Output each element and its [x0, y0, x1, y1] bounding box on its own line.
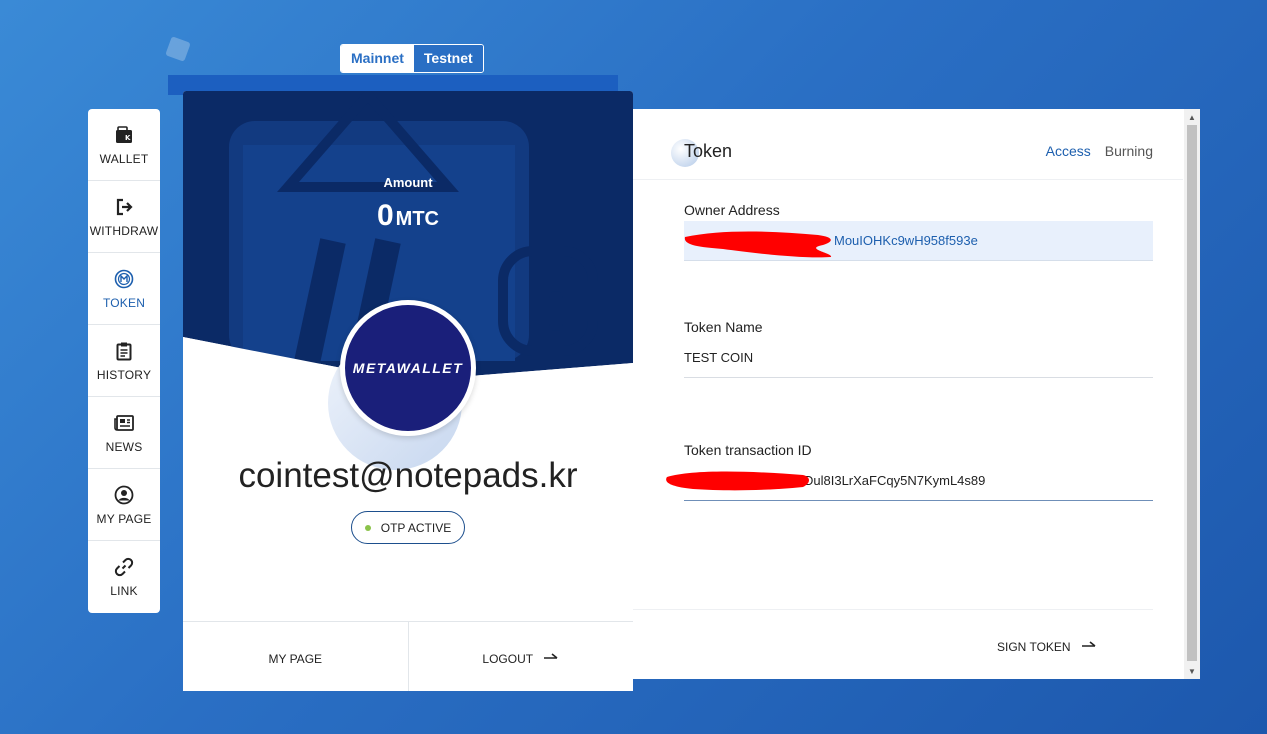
testnet-button[interactable]: Testnet — [413, 45, 483, 72]
wallet-icon: K — [113, 124, 135, 146]
panel-footer: SIGN TOKEN — [633, 609, 1153, 679]
sidebar-item-label: NEWS — [105, 439, 143, 454]
sidebar-item-label: WALLET — [99, 151, 149, 166]
scroll-up-icon[interactable]: ▲ — [1184, 109, 1200, 125]
scroll-down-icon[interactable]: ▼ — [1184, 663, 1200, 679]
token-panel: Token Access Burning Owner Address MouIO… — [633, 109, 1200, 679]
token-name-label: Token Name — [684, 319, 763, 335]
link-icon — [113, 556, 135, 578]
token-name-value: TEST COIN — [684, 350, 754, 365]
profile-card: Amount 0 MTC METAWALLET cointest@notepads… — [183, 91, 633, 691]
sidebar-item-history[interactable]: HISTORY — [88, 325, 160, 397]
sign-token-label: SIGN TOKEN — [997, 640, 1071, 654]
sidebar-item-label: MY PAGE — [96, 511, 152, 526]
history-icon — [113, 340, 135, 362]
sidebar-item-news[interactable]: NEWS — [88, 397, 160, 469]
scrollbar-thumb[interactable] — [1187, 125, 1197, 661]
sidebar-nav: K WALLET WITHDRAW TOKEN HISTORY NEWS MY … — [88, 109, 160, 613]
avatar: METAWALLET — [340, 300, 476, 436]
sidebar-item-wallet[interactable]: K WALLET — [88, 109, 160, 181]
token-icon — [113, 268, 135, 290]
arrow-right-icon — [543, 652, 559, 666]
withdraw-icon — [113, 196, 135, 218]
sign-token-button[interactable]: SIGN TOKEN — [997, 640, 1097, 654]
amount-unit: MTC — [395, 208, 439, 230]
owner-address-value: MouIOHKc9wH958f593e — [834, 233, 978, 248]
panel-header: Token Access Burning — [633, 109, 1183, 180]
amount-value: 0 MTC — [183, 199, 633, 233]
sidebar-item-token[interactable]: TOKEN — [88, 253, 160, 325]
network-toggle[interactable]: Mainnet Testnet — [340, 44, 484, 73]
otp-status-label: OTP ACTIVE — [380, 520, 452, 535]
sidebar-item-label: TOKEN — [102, 295, 146, 310]
logout-label: LOGOUT — [482, 651, 534, 666]
sidebar-item-label: LINK — [110, 584, 138, 598]
sidebar-item-withdraw[interactable]: WITHDRAW — [88, 181, 160, 253]
redaction-mark — [666, 471, 809, 491]
my-page-label: MY PAGE — [268, 651, 323, 666]
profile-card-footer: MY PAGE LOGOUT — [183, 621, 633, 691]
page-title: Token — [684, 141, 733, 161]
my-page-button[interactable]: MY PAGE — [183, 622, 408, 691]
txid-label: Token transaction ID — [684, 442, 812, 458]
logout-button[interactable]: LOGOUT — [407, 622, 634, 691]
token-name-field[interactable]: TEST COIN — [684, 338, 1153, 378]
news-icon — [113, 412, 135, 434]
sidebar-item-my-page[interactable]: MY PAGE — [88, 469, 160, 541]
tab-access[interactable]: Access — [1046, 143, 1091, 159]
sidebar-item-label: HISTORY — [96, 367, 152, 382]
vertical-scrollbar[interactable]: ▲ ▼ — [1184, 109, 1200, 679]
arrow-right-icon — [1081, 640, 1097, 654]
mainnet-button[interactable]: Mainnet — [341, 45, 414, 72]
sidebar-item-label: WITHDRAW — [89, 223, 159, 238]
user-email: cointest@notepads.kr — [238, 456, 578, 495]
owner-address-label: Owner Address — [684, 202, 780, 218]
redaction-mark — [684, 231, 832, 258]
metawallet-logo: METAWALLET — [352, 360, 464, 376]
txid-value: Dul8I3LrXaFCqy5N7KymL4s89 — [804, 473, 986, 488]
tab-burning[interactable]: Burning — [1105, 143, 1153, 159]
amount-number: 0 — [376, 199, 394, 232]
panel-tabs: Access Burning — [1046, 143, 1153, 159]
user-icon — [113, 484, 135, 506]
amount-label: Amount — [383, 175, 433, 190]
otp-status-badge: OTP ACTIVE — [351, 511, 465, 544]
status-dot-icon — [364, 524, 371, 531]
svg-text:K: K — [125, 134, 131, 142]
sidebar-item-link[interactable]: LINK — [88, 541, 160, 613]
decorative-square — [165, 36, 191, 62]
